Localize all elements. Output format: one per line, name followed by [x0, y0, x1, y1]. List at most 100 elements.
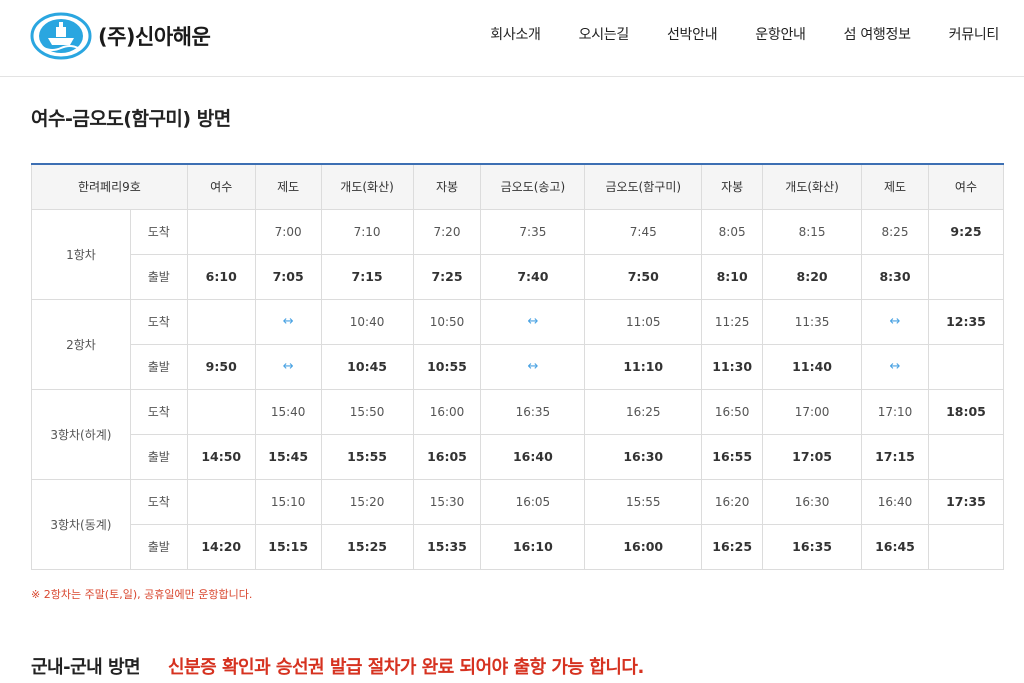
time-cell: 7:40 — [480, 253, 586, 300]
time-cell: 14:20 — [186, 523, 256, 570]
table-row: 3항차(동계) 도착 15:10 15:20 15:30 16:05 15:55 16:20 1… — [31, 478, 1005, 570]
nav-ships[interactable]: 선박안내 — [667, 24, 718, 44]
time-cell: 15:55 — [584, 478, 703, 525]
time-cell: 7:05 — [254, 253, 322, 300]
time-cell: 17:05 — [762, 433, 863, 480]
time-cell: 17:35 — [927, 478, 1005, 525]
time-cell: 18:05 — [927, 388, 1005, 435]
time-cell: 16:05 — [480, 478, 586, 525]
time-cell: 7:45 — [584, 208, 703, 255]
time-cell: 7:35 — [480, 208, 586, 255]
table-row: 출발 14:50 15:45 15:55 16:05 16:40 16:30 16:55 17:… — [32, 433, 1005, 480]
timetable: 한려페리9호 여수 제도 개도(화산) 자봉 금오도(송고) 금오도(함구미) … — [31, 163, 1005, 570]
header-stop: 자봉 — [701, 163, 764, 210]
time-cell: 10:45 — [320, 343, 414, 390]
time-cell: 11:40 — [762, 343, 863, 390]
time-cell: 15:35 — [412, 523, 482, 570]
time-cell: 16:00 — [584, 523, 703, 570]
time-cell: 12:35 — [927, 298, 1005, 345]
header-stop: 개도(화산) — [762, 163, 863, 210]
time-cell: 7:00 — [254, 208, 322, 255]
time-cell: 8:05 — [701, 208, 764, 255]
warning-text: 신분증 확인과 승선권 발급 절차가 완료 되어야 출항 가능 합니다. — [168, 657, 644, 678]
trip-name: 2항차 — [31, 298, 131, 390]
pass-through-arrow-icon: ↔ — [480, 343, 586, 390]
time-cell: 14:50 — [186, 433, 256, 480]
time-cell: 8:25 — [861, 208, 929, 255]
time-cell: 16:35 — [762, 523, 863, 570]
time-cell — [186, 388, 256, 435]
nav-directions[interactable]: 오시는길 — [579, 24, 630, 44]
page-title: 여수-금오도(함구미) 방면 — [31, 108, 231, 130]
header-stop: 여수 — [927, 163, 1005, 210]
time-cell: 16:25 — [701, 523, 764, 570]
pass-through-arrow-icon: ↔ — [861, 298, 929, 345]
trip-name: 3항차(동계) — [31, 478, 131, 570]
time-cell: 9:25 — [927, 208, 1005, 255]
table-row: 2항차 도착 ↔ 10:40 10:50 ↔ 11:05 11:25 11:35 ↔ 12:35 — [31, 298, 1005, 390]
nav-community[interactable]: 커뮤니티 — [949, 24, 1000, 44]
time-cell: 16:50 — [701, 388, 764, 435]
time-cell: 16:30 — [762, 478, 863, 525]
time-cell — [186, 208, 256, 255]
time-cell: 16:40 — [861, 478, 929, 525]
nav-company[interactable]: 회사소개 — [490, 24, 541, 44]
time-cell: 15:55 — [320, 433, 414, 480]
header-stop: 여수 — [186, 163, 256, 210]
table-row: 3항차(하계) 도착 15:40 15:50 16:00 16:35 16:25 16:50 1… — [31, 388, 1005, 480]
time-cell — [927, 253, 1005, 300]
timetable-header-row: 한려페리9호 여수 제도 개도(화산) 자봉 금오도(송고) 금오도(함구미) … — [31, 163, 1005, 210]
time-cell: 7:20 — [412, 208, 482, 255]
pass-through-arrow-icon: ↔ — [861, 343, 929, 390]
time-cell: 16:40 — [480, 433, 586, 480]
header-stop: 금오도(함구미) — [584, 163, 703, 210]
time-cell: 17:10 — [861, 388, 929, 435]
time-cell: 11:10 — [584, 343, 703, 390]
time-cell: 16:45 — [861, 523, 929, 570]
time-cell: 8:20 — [762, 253, 863, 300]
time-cell: 15:50 — [320, 388, 414, 435]
table-row: 1항차 도착 7:00 7:10 7:20 7:35 7:45 8:05 8:15 8:25 9:2… — [31, 208, 1005, 300]
timetable-body: 1항차 도착 7:00 7:10 7:20 7:35 7:45 8:05 8:15 8:25 9:2… — [31, 208, 1005, 570]
time-cell: 10:40 — [320, 298, 414, 345]
time-cell: 7:50 — [584, 253, 703, 300]
time-cell: 15:30 — [412, 478, 482, 525]
row-type-label: 도착 — [129, 478, 188, 525]
nav-schedule[interactable]: 운항안내 — [755, 24, 806, 44]
time-cell: 7:25 — [412, 253, 482, 300]
row-type-label: 도착 — [129, 208, 188, 255]
time-cell: 15:45 — [254, 433, 322, 480]
logo[interactable]: (주)신아해운 — [30, 12, 211, 60]
time-cell: 15:10 — [254, 478, 322, 525]
header-stop: 금오도(송고) — [480, 163, 586, 210]
trip-name: 3항차(하계) — [31, 388, 131, 480]
time-cell: 7:15 — [320, 253, 414, 300]
trip-name: 1항차 — [31, 208, 131, 300]
time-cell: 16:55 — [701, 433, 764, 480]
time-cell: 11:05 — [584, 298, 703, 345]
time-cell: 17:00 — [762, 388, 863, 435]
time-cell — [186, 478, 256, 525]
time-cell: 9:50 — [186, 343, 256, 390]
time-cell: 8:15 — [762, 208, 863, 255]
time-cell: 16:25 — [584, 388, 703, 435]
table-row: 출발 14:20 15:15 15:25 15:35 16:10 16:00 16:25 16:… — [32, 523, 1005, 570]
site-header: (주)신아해운 회사소개 오시는길 선박안내 운항안내 섬 여행정보 커뮤니티 — [0, 0, 1024, 77]
pass-through-arrow-icon: ↔ — [254, 298, 322, 345]
time-cell: 16:20 — [701, 478, 764, 525]
time-cell: 10:50 — [412, 298, 482, 345]
time-cell: 6:10 — [186, 253, 256, 300]
time-cell: 11:35 — [762, 298, 863, 345]
time-cell: 10:55 — [412, 343, 482, 390]
company-name: (주)신아해운 — [98, 25, 211, 49]
time-cell — [186, 298, 256, 345]
time-cell: 15:15 — [254, 523, 322, 570]
time-cell: 16:05 — [412, 433, 482, 480]
main-nav: 회사소개 오시는길 선박안내 운항안내 섬 여행정보 커뮤니티 — [452, 24, 999, 44]
time-cell: 15:25 — [320, 523, 414, 570]
nav-island-travel[interactable]: 섬 여행정보 — [844, 24, 911, 44]
row-type-label: 도착 — [129, 298, 188, 345]
header-stop: 개도(화산) — [320, 163, 414, 210]
row-type-label: 출발 — [129, 523, 188, 570]
time-cell: 16:30 — [584, 433, 703, 480]
